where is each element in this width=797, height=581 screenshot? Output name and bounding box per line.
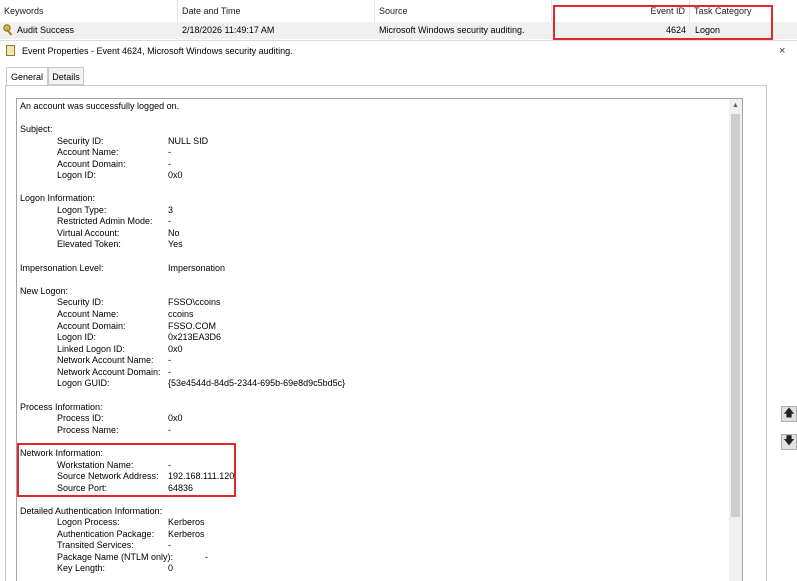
field-value: -: [205, 552, 208, 562]
highlight-event-id-box: [553, 5, 773, 40]
row-source: Microsoft Windows security auditing.: [379, 25, 525, 35]
field-value: ccoins: [168, 309, 194, 319]
field-label: Network Account Domain:: [57, 367, 161, 377]
field-label: Process Name:: [57, 425, 119, 435]
field-value: {53e4544d-84d5-2344-695b-69e8d9c5bd5c}: [168, 378, 346, 388]
field-value: 0x0: [168, 170, 183, 180]
vertical-scrollbar[interactable]: ▲: [729, 99, 742, 581]
impersonation-label: Impersonation Level:: [20, 263, 104, 273]
key-icon: [3, 24, 13, 36]
field-label: Logon GUID:: [57, 378, 110, 388]
column-keywords[interactable]: Keywords: [0, 0, 178, 22]
field-label: Security ID:: [57, 136, 104, 146]
field-value: Kerberos: [168, 517, 205, 527]
process-info-heading: Process Information:: [20, 402, 103, 412]
previous-event-button[interactable]: 🡅: [781, 406, 797, 422]
field-label: Restricted Admin Mode:: [57, 216, 153, 226]
subject-heading: Subject:: [20, 124, 53, 134]
field-value: -: [168, 425, 171, 435]
scroll-up-icon[interactable]: ▲: [729, 99, 742, 112]
field-value: -: [168, 159, 171, 169]
field-value: FSSO\ccoins: [168, 297, 221, 307]
field-label: Authentication Package:: [57, 529, 155, 539]
tab-strip: General Details: [0, 67, 797, 86]
field-label: Account Name:: [57, 309, 119, 319]
tab-details[interactable]: Details: [48, 67, 84, 85]
field-value: No: [168, 228, 180, 238]
field-label: Process ID:: [57, 413, 104, 423]
impersonation-value: Impersonation: [168, 263, 226, 273]
field-label: Key Length:: [57, 563, 106, 573]
event-properties-icon: [6, 45, 15, 56]
field-label: Logon Process:: [57, 517, 120, 527]
row-keywords: Audit Success: [17, 25, 75, 35]
field-label: Logon Type:: [57, 205, 107, 215]
row-date-time: 2/18/2026 11:49:17 AM: [182, 25, 275, 35]
field-label: Account Domain:: [57, 159, 126, 169]
field-label: Linked Logon ID:: [57, 344, 126, 354]
next-event-button[interactable]: 🡇: [781, 434, 797, 450]
field-label: Package Name (NTLM only):: [57, 552, 174, 562]
field-label: Transited Services:: [57, 540, 134, 550]
field-value: 0x0: [168, 413, 183, 423]
field-value: FSSO.COM: [168, 321, 217, 331]
field-label: Logon ID:: [57, 332, 97, 342]
new-logon-heading: New Logon:: [20, 286, 69, 296]
column-date-time[interactable]: Date and Time: [178, 0, 375, 22]
scrollbar-thumb[interactable]: [731, 114, 740, 517]
field-value: Kerberos: [168, 529, 205, 539]
field-value: NULL SID: [168, 136, 209, 146]
field-value: -: [168, 540, 171, 550]
arrow-down-icon: 🡇: [783, 435, 795, 447]
field-label: Network Account Name:: [57, 355, 154, 365]
field-value: -: [168, 147, 171, 157]
field-label: Virtual Account:: [57, 228, 120, 238]
field-value: 0x213EA3D6: [168, 332, 222, 342]
auth-info-heading: Detailed Authentication Information:: [20, 506, 163, 516]
field-label: Elevated Token:: [57, 239, 121, 249]
arrow-up-icon: 🡅: [783, 407, 795, 419]
field-value: Yes: [168, 239, 183, 249]
field-value: 0x0: [168, 344, 183, 354]
highlight-network-info-box: [17, 443, 236, 497]
field-label: Account Domain:: [57, 321, 126, 331]
field-value: 3: [168, 205, 174, 215]
field-value: -: [168, 355, 171, 365]
field-label: Logon ID:: [57, 170, 97, 180]
tab-general[interactable]: General: [6, 67, 48, 86]
event-properties-titlebar: Event Properties - Event 4624, Microsoft…: [0, 40, 797, 61]
field-value: -: [168, 216, 171, 226]
field-value: -: [168, 367, 171, 377]
event-properties-title: Event Properties - Event 4624, Microsoft…: [22, 46, 293, 56]
intro-text: An account was successfully logged on.: [20, 101, 180, 111]
field-label: Account Name:: [57, 147, 119, 157]
field-label: Security ID:: [57, 297, 104, 307]
close-icon[interactable]: ×: [779, 41, 785, 61]
field-value: 0: [168, 563, 174, 573]
column-source[interactable]: Source: [375, 0, 552, 22]
logon-info-heading: Logon Information:: [20, 193, 96, 203]
